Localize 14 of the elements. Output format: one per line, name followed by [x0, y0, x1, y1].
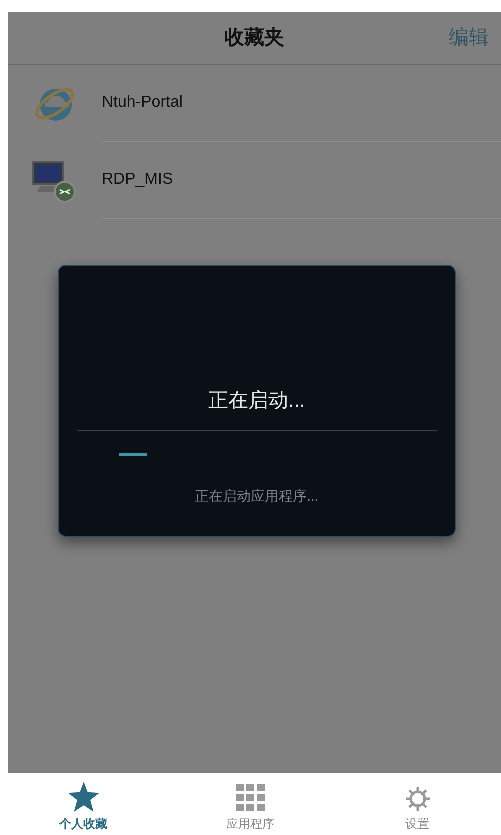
- favorite-name: RDP_MIS: [102, 170, 174, 190]
- grid-icon: [236, 784, 266, 812]
- favorite-row[interactable]: RDP_MIS: [8, 142, 501, 219]
- page-title: 收藏夹: [224, 26, 284, 51]
- favorite-row[interactable]: Ntuh-Portal: [8, 65, 501, 142]
- star-icon: [68, 782, 100, 812]
- tab[interactable]: 设置: [334, 773, 501, 835]
- tab[interactable]: 个人收藏: [0, 773, 167, 835]
- settings-icon: [404, 786, 430, 812]
- dialog-message: 正在启动应用程序...: [195, 487, 319, 506]
- dialog-title: 正在启动...: [208, 389, 306, 414]
- tab[interactable]: 应用程序: [167, 773, 334, 835]
- favorite-name: Ntuh-Portal: [102, 93, 183, 113]
- progress-indicator: [119, 453, 147, 456]
